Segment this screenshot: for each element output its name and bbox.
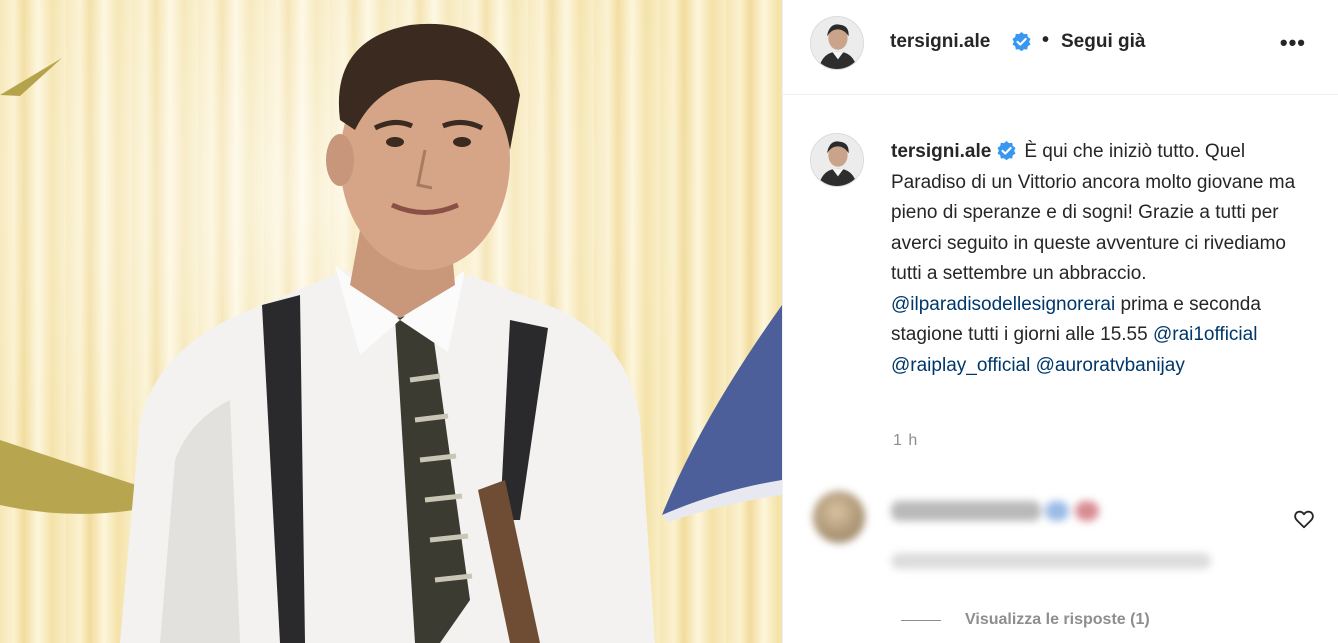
comment-meta <box>891 553 1211 569</box>
caption-avatar[interactable] <box>810 133 864 187</box>
replies-divider <box>901 619 941 621</box>
mention-raiplay-official[interactable]: @raiplay_official <box>891 355 1030 376</box>
mention-ilparadisodellesignorerai[interactable]: @ilparadisodellesignorerai <box>891 294 1115 315</box>
view-replies-button[interactable]: Visualizza le risposte (1) <box>901 611 1150 629</box>
avatar-image <box>811 134 863 186</box>
comment-emoji <box>1075 501 1099 521</box>
post-photo[interactable] <box>0 0 782 643</box>
more-options-icon[interactable]: ••• <box>1280 30 1306 56</box>
caption-text: È qui che iniziò tutto. Quel Paradiso di… <box>891 141 1296 284</box>
ear <box>326 134 354 186</box>
like-heart-icon[interactable] <box>1293 508 1315 530</box>
mention-auroratvbanijay[interactable]: @auroratvbanijay <box>1036 355 1185 376</box>
verified-badge-icon <box>1012 32 1031 51</box>
post-caption: tersigni.ale È qui che iniziò tutto. Que… <box>891 137 1321 381</box>
post-header: tersigni.ale • Segui già ••• <box>783 0 1338 95</box>
post-timestamp[interactable]: 1 h <box>893 432 918 450</box>
post-sidebar: tersigni.ale • Segui già ••• tersigni.al… <box>782 0 1338 643</box>
profile-avatar[interactable] <box>810 16 864 70</box>
comment-item: Visualizza le risposte (1) <box>783 475 1338 643</box>
follow-status-button[interactable]: Segui già <box>1061 31 1145 53</box>
photo-illustration <box>0 23 782 643</box>
verified-badge-icon <box>997 141 1016 160</box>
comment-emoji <box>1045 501 1069 521</box>
avatar-image <box>811 17 863 69</box>
view-replies-label: Visualizza le risposte (1) <box>965 611 1150 628</box>
post-username[interactable]: tersigni.ale <box>890 31 990 53</box>
commenter-username[interactable] <box>891 501 1041 521</box>
separator-dot: • <box>1042 29 1050 51</box>
eye-right <box>453 137 471 147</box>
leaf-top <box>0 58 62 96</box>
caption-username[interactable]: tersigni.ale <box>891 141 991 162</box>
commenter-avatar[interactable] <box>813 491 865 543</box>
eye-left <box>386 137 404 147</box>
mention-rai1official[interactable]: @rai1official <box>1153 324 1257 345</box>
